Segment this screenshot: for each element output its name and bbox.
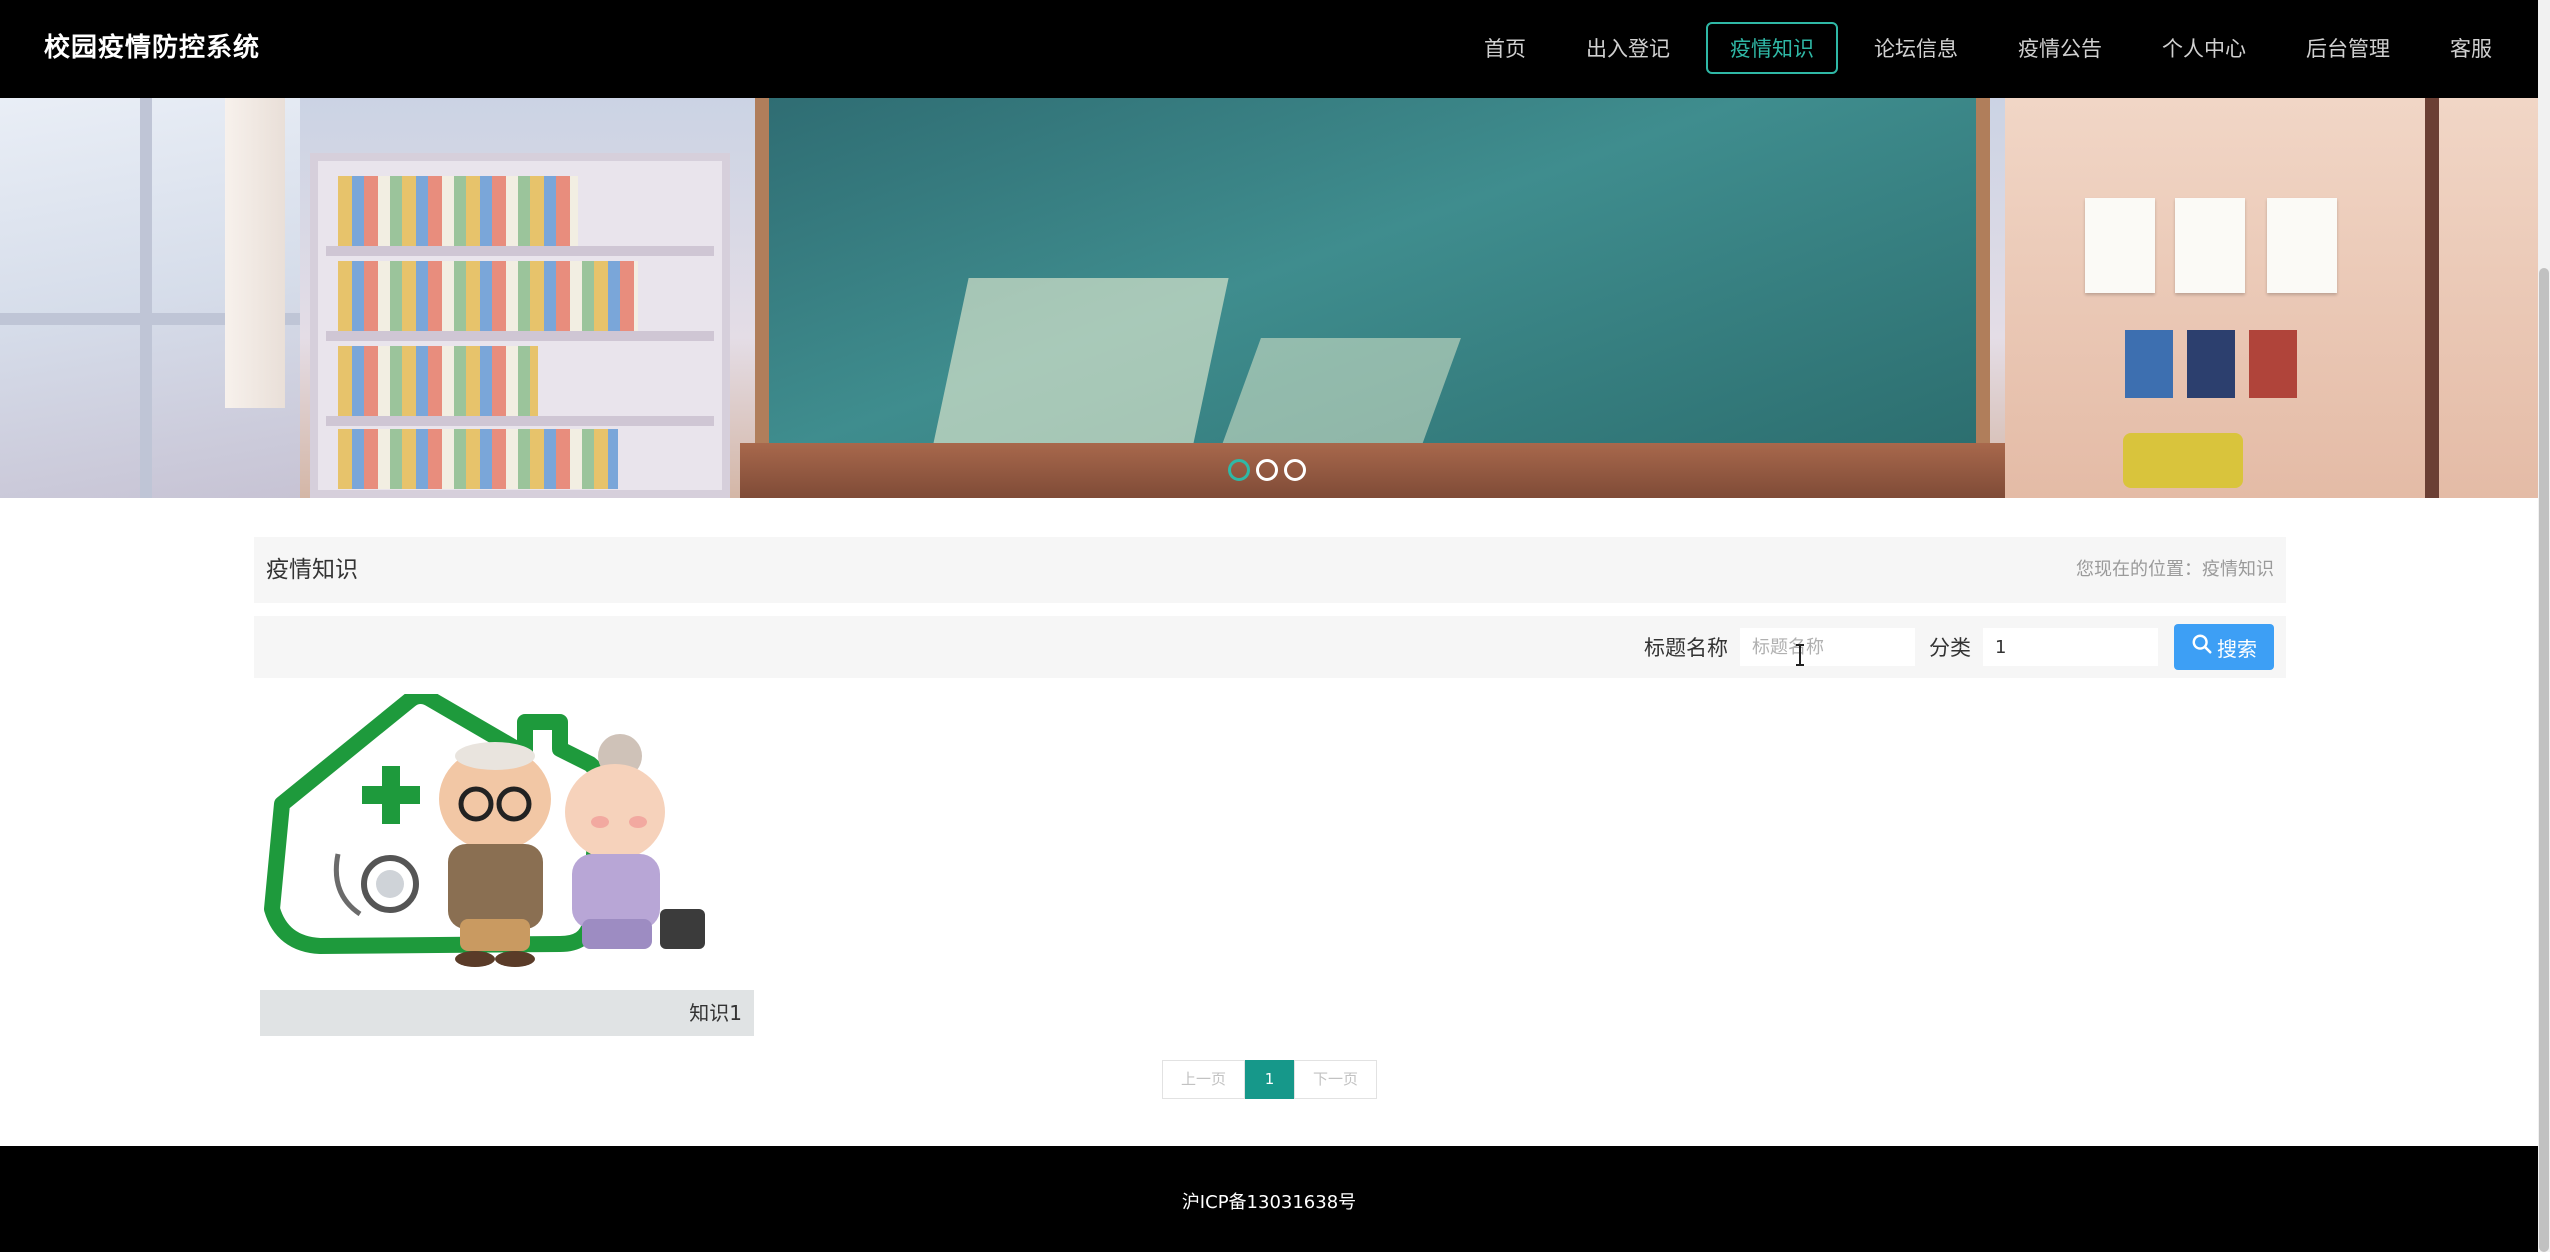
page-scrollbar[interactable]: [2538, 0, 2550, 1252]
nav-item-home[interactable]: 首页: [1460, 22, 1550, 74]
nav-item-entry-registration[interactable]: 出入登记: [1562, 22, 1694, 74]
knowledge-card-image: [260, 688, 754, 990]
search-form: 标题名称 分类 搜索: [1644, 624, 2274, 670]
nav-item-admin[interactable]: 后台管理: [2282, 22, 2414, 74]
page-number-button[interactable]: 1: [1245, 1060, 1294, 1099]
title-name-input[interactable]: [1740, 628, 1915, 666]
nav-item-personal-center[interactable]: 个人中心: [2138, 22, 2270, 74]
breadcrumb: 您现在的位置：疫情知识: [2076, 559, 2274, 580]
main-nav: 首页 出入登记 疫情知识 论坛信息 疫情公告 个人中心 后台管理 客服: [1448, 22, 2516, 74]
knowledge-card[interactable]: 知识1: [260, 688, 754, 1036]
carousel-dot-2[interactable]: [1256, 459, 1278, 481]
carousel-dot-3[interactable]: [1284, 459, 1306, 481]
search-icon: [2191, 633, 2213, 661]
icp-record: 沪ICP备13031638号: [1181, 1192, 1357, 1213]
category-input[interactable]: [1983, 628, 2158, 666]
carousel-dot-1[interactable]: [1228, 459, 1250, 481]
nav-item-customer-service[interactable]: 客服: [2426, 22, 2516, 74]
site-title[interactable]: 校园疫情防控系统: [44, 28, 260, 68]
search-button-label: 搜索: [2217, 638, 2257, 661]
banner-window-illustration: [0, 98, 300, 498]
page-title: 疫情知识: [266, 557, 358, 583]
nav-item-epidemic-knowledge[interactable]: 疫情知识: [1706, 22, 1838, 74]
search-button[interactable]: 搜索: [2174, 624, 2274, 670]
prev-page-button[interactable]: 上一页: [1162, 1060, 1245, 1099]
knowledge-card-caption: 知识1: [260, 990, 754, 1036]
nav-item-announcements[interactable]: 疫情公告: [1994, 22, 2126, 74]
section-title-bar: 疫情知识 您现在的位置：疫情知识: [254, 537, 2286, 603]
search-bar: 标题名称 分类 搜索: [254, 616, 2286, 678]
title-name-label: 标题名称: [1644, 636, 1728, 660]
pagination: 上一页 1 下一页: [1162, 1060, 1377, 1099]
next-page-button[interactable]: 下一页: [1294, 1060, 1377, 1099]
banner-bookshelf-illustration: [310, 153, 730, 498]
text-cursor-icon: [1794, 643, 1806, 671]
footer: 沪ICP备13031638号: [0, 1146, 2538, 1252]
nav-item-forum[interactable]: 论坛信息: [1850, 22, 1982, 74]
category-label: 分类: [1929, 636, 1971, 660]
scrollbar-thumb[interactable]: [2539, 268, 2549, 1252]
carousel-indicators: [1228, 459, 1306, 481]
banner-carousel: [0, 98, 2538, 498]
banner-wall-illustration: [2005, 98, 2538, 498]
top-navbar: 校园疫情防控系统 首页 出入登记 疫情知识 论坛信息 疫情公告 个人中心 后台管…: [0, 0, 2538, 98]
